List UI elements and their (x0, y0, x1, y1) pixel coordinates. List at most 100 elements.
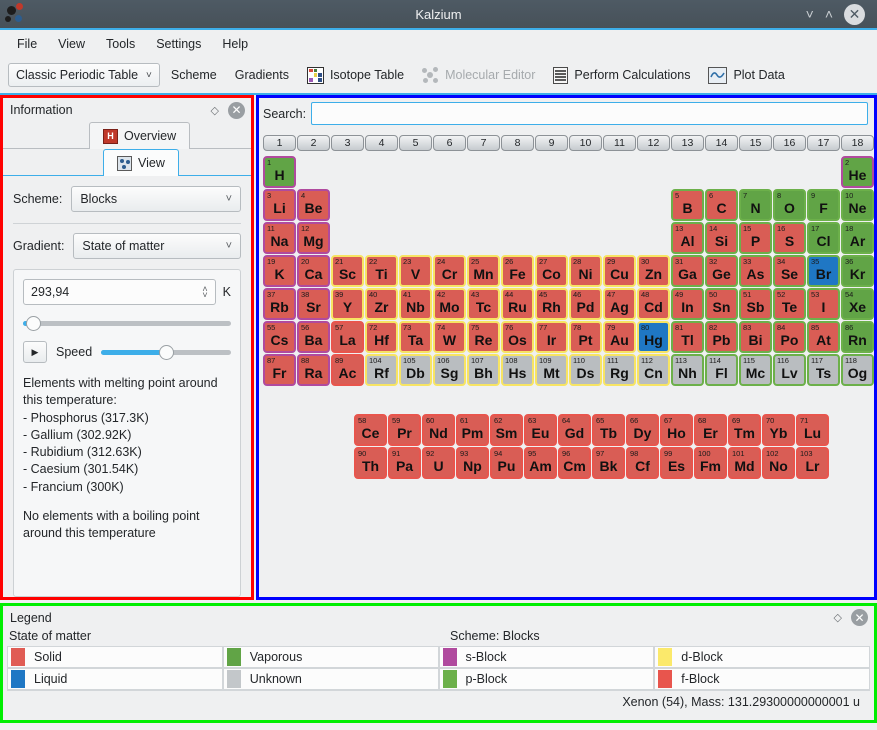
element-cell-Tm[interactable]: 69 Tm (728, 414, 761, 446)
plot-data-button[interactable]: Plot Data (701, 63, 791, 88)
element-cell-Sg[interactable]: 106 Sg (433, 354, 466, 386)
element-cell-C[interactable]: 6C (705, 189, 738, 221)
group-header-6[interactable]: 6 (433, 135, 466, 151)
element-cell-U[interactable]: 92 U (422, 447, 455, 479)
tab-overview[interactable]: H Overview (89, 122, 191, 149)
temperature-slider-handle[interactable] (26, 316, 42, 331)
speed-slider[interactable] (101, 343, 231, 361)
stepper-arrows-icon[interactable]: ˄ ˅ (202, 285, 207, 300)
element-cell-Cf[interactable]: 98 Cf (626, 447, 659, 479)
element-cell-S[interactable]: 16 S (773, 222, 806, 254)
element-cell-Og[interactable]: 118 Og (841, 354, 874, 386)
element-cell-Ac[interactable]: 89 Ac (331, 354, 364, 386)
group-header-14[interactable]: 14 (705, 135, 738, 151)
speed-slider-handle[interactable] (159, 345, 175, 360)
element-cell-Rg[interactable]: 111 Rg (603, 354, 636, 386)
element-cell-Zr[interactable]: 40 Zr (365, 288, 398, 320)
element-cell-Am[interactable]: 95 Am (524, 447, 557, 479)
element-cell-Gd[interactable]: 64 Gd (558, 414, 591, 446)
element-cell-Pt[interactable]: 78 Pt (569, 321, 602, 353)
close-icon[interactable]: ✕ (851, 609, 868, 626)
element-cell-Fe[interactable]: 26 Fe (501, 255, 534, 287)
element-cell-Se[interactable]: 34 Se (773, 255, 806, 287)
element-cell-V[interactable]: 23 V (399, 255, 432, 287)
element-cell-Ne[interactable]: 10 Ne (841, 189, 874, 221)
element-cell-Po[interactable]: 84 Po (773, 321, 806, 353)
element-cell-Ra[interactable]: 88 Ra (297, 354, 330, 386)
element-cell-Ds[interactable]: 110 Ds (569, 354, 602, 386)
element-cell-Lu[interactable]: 71 Lu (796, 414, 829, 446)
element-cell-Fl[interactable]: 114 Fl (705, 354, 738, 386)
element-cell-Hs[interactable]: 108 Hs (501, 354, 534, 386)
group-header-15[interactable]: 15 (739, 135, 772, 151)
element-cell-Lv[interactable]: 116 Lv (773, 354, 806, 386)
element-cell-In[interactable]: 49 In (671, 288, 704, 320)
element-cell-Ni[interactable]: 28 Ni (569, 255, 602, 287)
element-cell-F[interactable]: 9F (807, 189, 840, 221)
minimize-button[interactable]: ˅ (806, 7, 814, 21)
element-cell-Y[interactable]: 39 Y (331, 288, 364, 320)
element-cell-Rb[interactable]: 37 Rb (263, 288, 296, 320)
group-header-18[interactable]: 18 (841, 135, 874, 151)
element-cell-Ga[interactable]: 31 Ga (671, 255, 704, 287)
periodic-table-selector[interactable]: Classic Periodic Table ˅ (8, 63, 160, 87)
group-header-4[interactable]: 4 (365, 135, 398, 151)
menu-help[interactable]: Help (213, 33, 257, 55)
element-cell-Cm[interactable]: 96 Cm (558, 447, 591, 479)
float-icon[interactable]: ◇ (211, 104, 219, 117)
group-header-16[interactable]: 16 (773, 135, 806, 151)
element-cell-Au[interactable]: 79 Au (603, 321, 636, 353)
element-cell-Br[interactable]: 35 Br (807, 255, 840, 287)
element-cell-Bi[interactable]: 83 Bi (739, 321, 772, 353)
group-header-10[interactable]: 10 (569, 135, 602, 151)
element-cell-Es[interactable]: 99 Es (660, 447, 693, 479)
element-cell-Lr[interactable]: 103 Lr (796, 447, 829, 479)
element-cell-Bh[interactable]: 107 Bh (467, 354, 500, 386)
element-cell-I[interactable]: 53 I (807, 288, 840, 320)
menu-tools[interactable]: Tools (97, 33, 144, 55)
element-cell-Sc[interactable]: 21 Sc (331, 255, 364, 287)
element-cell-B[interactable]: 5B (671, 189, 704, 221)
group-header-5[interactable]: 5 (399, 135, 432, 151)
element-cell-Ta[interactable]: 73 Ta (399, 321, 432, 353)
group-header-3[interactable]: 3 (331, 135, 364, 151)
element-cell-Sn[interactable]: 50 Sn (705, 288, 738, 320)
element-cell-Md[interactable]: 101 Md (728, 447, 761, 479)
element-cell-Be[interactable]: 4 Be (297, 189, 330, 221)
element-cell-Np[interactable]: 93 Np (456, 447, 489, 479)
element-cell-Te[interactable]: 52 Te (773, 288, 806, 320)
element-cell-Cd[interactable]: 48 Cd (637, 288, 670, 320)
temperature-slider[interactable] (23, 314, 231, 332)
tab-view[interactable]: View (103, 149, 179, 176)
element-cell-Cr[interactable]: 24 Cr (433, 255, 466, 287)
element-cell-N[interactable]: 7N (739, 189, 772, 221)
element-cell-Pr[interactable]: 59 Pr (388, 414, 421, 446)
maximize-button[interactable]: ˄ (825, 7, 833, 21)
element-cell-Rh[interactable]: 45 Rh (535, 288, 568, 320)
gradient-select[interactable]: State of matter ˅ (73, 233, 241, 259)
group-header-7[interactable]: 7 (467, 135, 500, 151)
menu-view[interactable]: View (49, 33, 94, 55)
element-cell-Fm[interactable]: 100 Fm (694, 447, 727, 479)
element-cell-Na[interactable]: 11 Na (263, 222, 296, 254)
element-cell-Pm[interactable]: 61 Pm (456, 414, 489, 446)
element-cell-Cn[interactable]: 112 Cn (637, 354, 670, 386)
element-cell-Db[interactable]: 105 Db (399, 354, 432, 386)
element-cell-Pu[interactable]: 94 Pu (490, 447, 523, 479)
element-cell-Ir[interactable]: 77 Ir (535, 321, 568, 353)
group-header-2[interactable]: 2 (297, 135, 330, 151)
element-cell-Yb[interactable]: 70 Yb (762, 414, 795, 446)
element-cell-Mt[interactable]: 109 Mt (535, 354, 568, 386)
element-cell-Al[interactable]: 13 Al (671, 222, 704, 254)
element-cell-Xe[interactable]: 54 Xe (841, 288, 874, 320)
element-cell-Zn[interactable]: 30 Zn (637, 255, 670, 287)
element-cell-Ce[interactable]: 58 Ce (354, 414, 387, 446)
menu-settings[interactable]: Settings (147, 33, 210, 55)
scheme-button[interactable]: Scheme (164, 64, 224, 86)
element-cell-H[interactable]: 1H (263, 156, 296, 188)
element-cell-Cl[interactable]: 17 Cl (807, 222, 840, 254)
element-cell-Ar[interactable]: 18 Ar (841, 222, 874, 254)
element-cell-Th[interactable]: 90 Th (354, 447, 387, 479)
element-cell-Ge[interactable]: 32 Ge (705, 255, 738, 287)
element-cell-Ts[interactable]: 117 Ts (807, 354, 840, 386)
